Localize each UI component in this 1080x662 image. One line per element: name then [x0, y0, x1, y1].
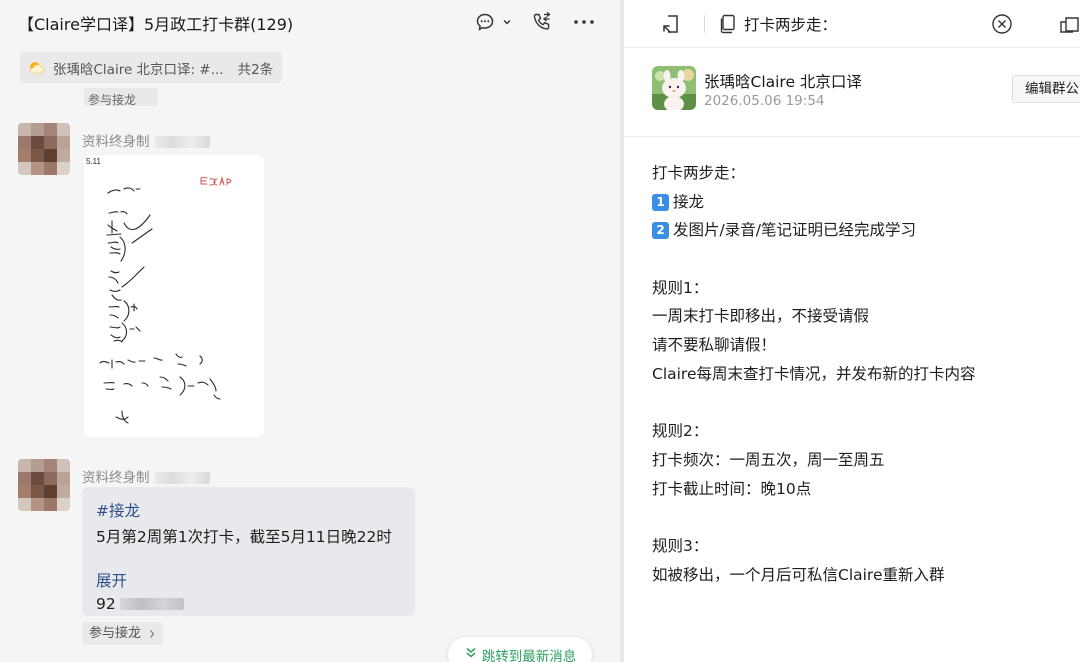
collapse-panel-icon[interactable] — [658, 12, 682, 36]
note-date: 5.11 — [86, 157, 102, 166]
chevron-down-icon[interactable] — [500, 10, 514, 34]
pinned-count: 共2条 — [237, 61, 274, 78]
solitaire-tag[interactable]: #接龙 — [96, 499, 401, 521]
announcement-panel: 打卡两步走： 张瑀晗Claire 北京口译 2026.05.06 19:54 编… — [624, 0, 1080, 662]
announcement-body: 打卡两步走： 1 接龙 2 发图片/录音/笔记证明已经完成学习 规则1： 一周末打卡… — [652, 159, 1062, 589]
author-avatar[interactable] — [652, 66, 696, 110]
announcement-blank-line — [652, 245, 1062, 274]
announcement-line: 规则2： — [652, 422, 709, 441]
blurred-text — [119, 598, 184, 610]
more-icon[interactable] — [572, 10, 596, 34]
panel-separator — [624, 136, 1080, 137]
solitaire-entry: 92 — [96, 595, 401, 613]
blurred-name — [153, 136, 210, 148]
author-name: 张瑀晗Claire 北京口译 — [704, 73, 862, 91]
announcement-line: 请不要私聊请假！ — [652, 336, 777, 355]
panel-title: 打卡两步走： — [744, 16, 838, 34]
announcement-line: 一周末打卡即移出，不接受请假 — [652, 307, 870, 326]
announcement-line: 2 发图片/录音/笔记证明已经完成学习 — [652, 216, 1062, 245]
avatar[interactable] — [18, 459, 70, 511]
announcement-line: 如被移出，一个月后可私信Claire重新入群 — [652, 565, 945, 584]
announcement-line: 1 接龙 — [652, 188, 1062, 217]
announcement-line: Claire每周末查打卡情况，并发布新的打卡内容 — [652, 364, 976, 383]
weather-sun-icon — [29, 61, 45, 73]
announcement-line: 打卡两步走： — [652, 164, 746, 182]
announcement-blank-line — [652, 389, 1062, 418]
join-solitaire-button[interactable]: 参与接龙 — [82, 622, 164, 645]
panel-header: 打卡两步走： — [624, 0, 1080, 48]
double-chevron-down-icon — [466, 647, 476, 658]
keycap-1-icon: 1 — [652, 193, 669, 211]
expand-link[interactable]: 展开 — [96, 569, 401, 591]
chat-title: 【Claire学口译】5月政工打卡群(129) — [18, 15, 294, 34]
sender-name: 资料终身制 — [82, 130, 210, 150]
pinned-text: 张瑀晗Claire 北京口译: #... — [53, 61, 224, 78]
chat-pane: 【Claire学口译】5月政工打卡群(129) 张瑀晗Claire 北京口译: … — [0, 0, 620, 662]
header-separator — [704, 15, 705, 33]
announcement-line: 规则1： — [652, 278, 709, 297]
jump-to-latest-button[interactable]: 跳转到最新消息 — [448, 637, 592, 662]
chat-bubble-icon[interactable] — [474, 10, 496, 34]
close-circle-icon[interactable] — [990, 12, 1014, 36]
document-icon — [718, 12, 738, 36]
sender-name: 资料终身制 — [82, 466, 210, 486]
announcement-blank-line — [652, 503, 1062, 532]
chevron-right-icon — [150, 629, 155, 638]
post-time: 2026.05.06 19:54 — [704, 93, 825, 109]
announcement-line: 打卡截止时间：晚10点 — [652, 479, 812, 498]
pinned-announcement[interactable]: 张瑀晗Claire 北京口译: #... 共2条 — [20, 52, 282, 83]
phone-transfer-icon[interactable] — [530, 10, 554, 34]
open-window-icon[interactable] — [1058, 12, 1080, 36]
avatar[interactable] — [18, 123, 70, 175]
keycap-2-icon: 2 — [652, 222, 669, 240]
handwritten-note-image[interactable]: 5.11 — [84, 155, 264, 437]
announcement-line: 打卡频次：一周五次，周一至周五 — [652, 450, 885, 469]
blurred-name — [153, 472, 210, 484]
chat-header: 【Claire学口译】5月政工打卡群(129) — [0, 0, 620, 46]
solitaire-message-bubble[interactable]: #接龙 5月第2周第1次打卡，截至5月11日晚22时 展开 92 — [82, 487, 415, 616]
announcement-line: 规则3： — [652, 536, 709, 555]
join-pill-partial[interactable]: 参与接龙 — [84, 88, 158, 106]
edit-announcement-button[interactable]: 编辑群公 — [1012, 75, 1080, 103]
solitaire-title: 5月第2周第1次打卡，截至5月11日晚22时 — [96, 528, 392, 546]
